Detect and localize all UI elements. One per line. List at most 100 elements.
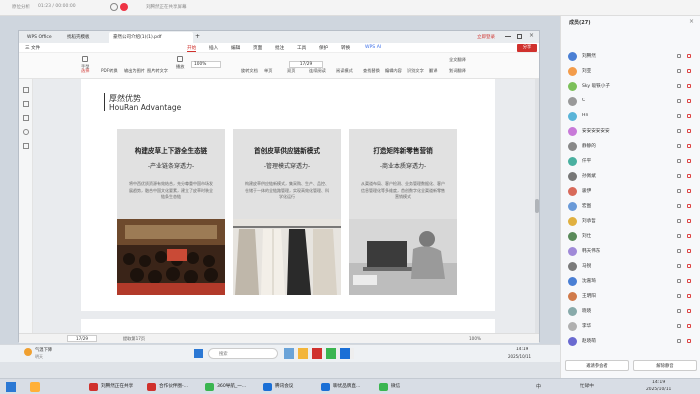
camera-icon[interactable] xyxy=(687,249,691,253)
invite-button[interactable]: 邀请参会者 xyxy=(565,360,629,371)
microphone-icon[interactable] xyxy=(677,204,681,208)
participant-row[interactable]: 宏图 xyxy=(561,200,700,213)
microphone-icon[interactable] xyxy=(677,69,681,73)
camera-icon[interactable] xyxy=(687,99,691,103)
read-mode-button[interactable]: 阅读模式 xyxy=(336,68,353,74)
menu-home[interactable]: 开始 xyxy=(187,45,197,52)
participant-row[interactable]: 韩天伟东 xyxy=(561,245,700,258)
camera-icon[interactable] xyxy=(687,189,691,193)
participant-row[interactable]: 静静的 xyxy=(561,140,700,153)
search-icon[interactable] xyxy=(23,129,29,135)
microphone-icon[interactable] xyxy=(677,129,681,133)
single-page-button[interactable]: 单页 xyxy=(264,68,272,74)
status-zoom[interactable]: 100% xyxy=(469,336,481,341)
menu-edit[interactable]: 编辑 xyxy=(231,45,240,51)
microphone-icon[interactable] xyxy=(677,264,681,268)
menu-comment[interactable]: 批注 xyxy=(275,45,284,51)
participant-row[interactable]: 刘腾然 xyxy=(561,50,700,63)
camera-icon[interactable] xyxy=(687,279,691,283)
taskbar-wechat-app[interactable]: 微信 xyxy=(378,381,434,393)
camera-icon[interactable] xyxy=(687,84,691,88)
find-replace-button[interactable]: 查找替换 xyxy=(363,68,380,74)
participant-row[interactable]: 沈嘉琦 xyxy=(561,275,700,288)
camera-icon[interactable] xyxy=(687,129,691,133)
menu-tools[interactable]: 工具 xyxy=(297,45,306,51)
microphone-icon[interactable] xyxy=(677,174,681,178)
microphone-icon[interactable] xyxy=(677,309,681,313)
camera-icon[interactable] xyxy=(687,144,691,148)
tab-wps-office[interactable]: WPS Office xyxy=(23,32,61,43)
taskbar-tencent-meeting-app[interactable]: 腾讯会议 xyxy=(262,381,318,393)
tab-pdf-document[interactable]: 豪然公司介绍(1)(1).pdf xyxy=(109,32,193,43)
participant-row[interactable]: C xyxy=(561,95,700,108)
camera-icon[interactable] xyxy=(687,219,691,223)
new-tab-icon[interactable]: + xyxy=(195,33,200,40)
minimize-icon[interactable] xyxy=(505,36,511,37)
menu-file[interactable]: 三 文件 xyxy=(25,45,40,51)
close-icon[interactable]: × xyxy=(529,32,534,39)
status-label[interactable]: 忙碌中 xyxy=(580,383,594,389)
menu-wps-ai[interactable]: WPS AI xyxy=(365,45,381,50)
mute-all-button[interactable]: 解除静音 xyxy=(633,360,697,371)
microphone-icon[interactable] xyxy=(677,249,681,253)
menu-convert[interactable]: 转换 xyxy=(341,45,350,51)
microphone-icon[interactable] xyxy=(677,144,681,148)
taskbar-partner-app[interactable]: 合作伙伴圈-... xyxy=(146,381,202,393)
microphone-icon[interactable] xyxy=(677,294,681,298)
camera-icon[interactable] xyxy=(687,309,691,313)
remote-app-icons[interactable] xyxy=(284,348,354,359)
ime-indicator[interactable]: 中 xyxy=(536,383,541,390)
camera-icon[interactable] xyxy=(687,174,691,178)
camera-icon[interactable] xyxy=(687,204,691,208)
participant-row[interactable]: 马锐 xyxy=(561,260,700,273)
camera-icon[interactable] xyxy=(687,159,691,163)
zoom-select[interactable]: 100% xyxy=(191,61,221,68)
microphone-icon[interactable] xyxy=(677,189,681,193)
microphone-icon[interactable] xyxy=(677,234,681,238)
tab-template[interactable]: 找稻壳模板 xyxy=(63,32,107,43)
microphone-icon[interactable] xyxy=(677,99,681,103)
ocr-button[interactable]: 识别文字 xyxy=(407,68,424,74)
maximize-icon[interactable] xyxy=(517,34,522,39)
login-button[interactable]: 立即登录 xyxy=(477,34,495,40)
participant-row[interactable]: 孙佩斌 xyxy=(561,170,700,183)
microphone-icon[interactable] xyxy=(677,339,681,343)
share-button[interactable]: 分享 xyxy=(517,44,537,52)
scrollbar-thumb[interactable] xyxy=(535,199,539,213)
camera-icon[interactable] xyxy=(687,54,691,58)
microphone-icon[interactable] xyxy=(677,219,681,223)
status-page-input[interactable]: 17/29 xyxy=(67,335,97,342)
camera-icon[interactable] xyxy=(687,294,691,298)
taskbar-browser-app[interactable]: 360导航_一... xyxy=(204,381,260,393)
menu-protect[interactable]: 保护 xyxy=(319,45,328,51)
camera-icon[interactable] xyxy=(687,264,691,268)
taskbar-share-app[interactable]: 刘腾然正在共享 xyxy=(88,381,144,393)
participant-row[interactable]: Sky 吸铁小子 xyxy=(561,80,700,93)
camera-icon[interactable] xyxy=(687,114,691,118)
participant-row[interactable]: Hn xyxy=(561,110,700,123)
participant-row[interactable]: 刘亚 xyxy=(561,65,700,78)
taskbar-brand-app[interactable]: 聊优品牌直... xyxy=(320,381,376,393)
panel-close-icon[interactable]: × xyxy=(689,18,694,25)
participant-row[interactable]: 刘仕 xyxy=(561,230,700,243)
full-translate-button[interactable]: 全文翻译 xyxy=(449,57,466,63)
taskview-icon[interactable] xyxy=(30,382,40,392)
participant-row[interactable]: 仟平 xyxy=(561,155,700,168)
thumbnail-icon[interactable] xyxy=(23,87,29,93)
microphone-icon[interactable] xyxy=(677,279,681,283)
edit-content-button[interactable]: 编辑内容 xyxy=(385,68,402,74)
word-translate-button[interactable]: 划词翻译 xyxy=(449,68,466,74)
microphone-icon[interactable] xyxy=(677,324,681,328)
camera-icon[interactable] xyxy=(687,234,691,238)
page-input[interactable]: 17/29 xyxy=(289,61,323,68)
export-image-button[interactable]: 输出为图片 xyxy=(124,68,145,74)
participant-row[interactable]: 晓晓 xyxy=(561,305,700,318)
camera-icon[interactable] xyxy=(687,324,691,328)
microphone-icon[interactable] xyxy=(677,159,681,163)
double-page-button[interactable]: 双页 xyxy=(287,68,295,74)
microphone-icon[interactable] xyxy=(677,84,681,88)
start-icon[interactable] xyxy=(6,382,16,392)
remote-search-box[interactable]: 搜索 xyxy=(208,348,278,359)
menu-page[interactable]: 页面 xyxy=(253,45,262,51)
image-to-text-button[interactable]: 图片转文字 xyxy=(147,68,168,74)
